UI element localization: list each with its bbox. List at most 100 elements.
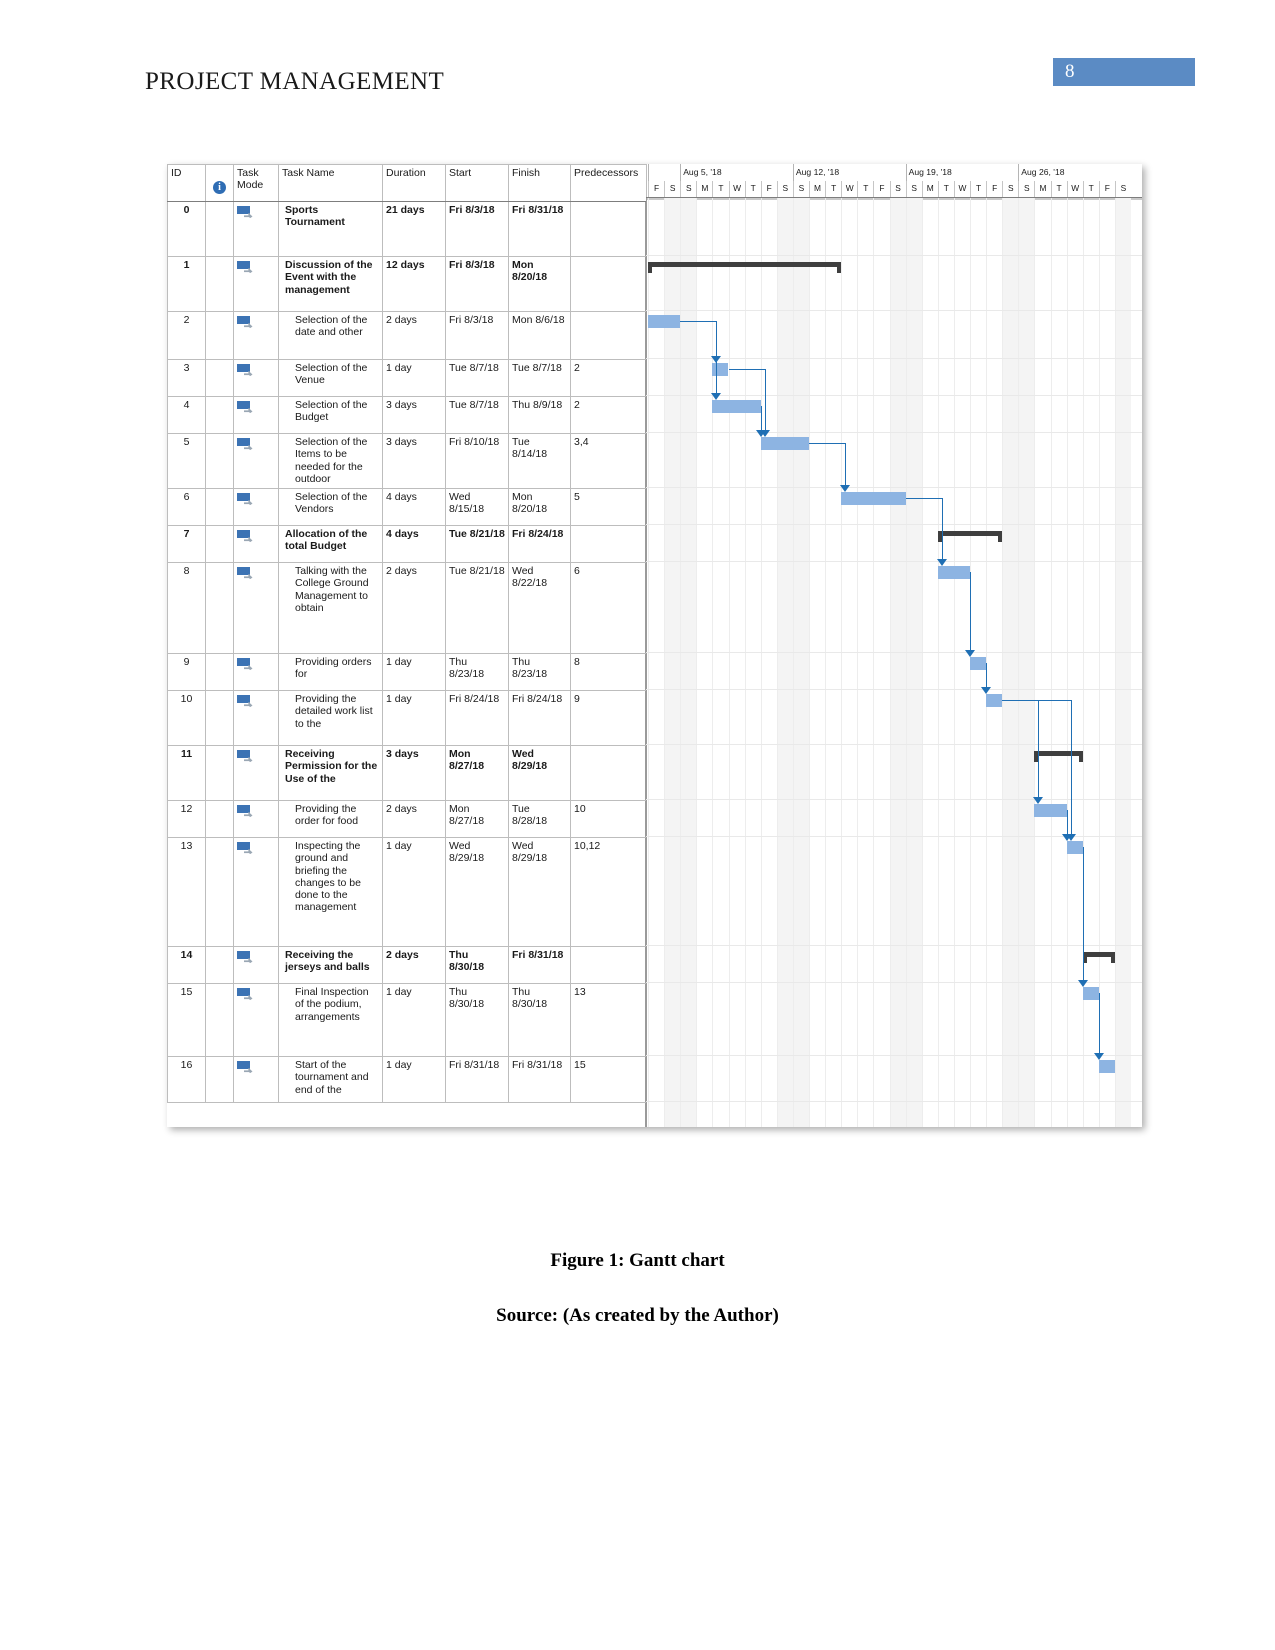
gantt-task-bar[interactable] [1034, 804, 1067, 817]
cell-predecessors[interactable]: 2 [570, 359, 647, 397]
gantt-summary-bar[interactable] [1034, 751, 1083, 756]
gantt-task-bar[interactable] [937, 566, 970, 579]
cell-task-mode[interactable] [233, 800, 279, 838]
cell-task-mode[interactable] [233, 837, 279, 947]
cell-duration[interactable]: 12 days [382, 256, 446, 312]
cell-finish[interactable]: Mon 8/6/18 [508, 311, 571, 360]
cell-predecessors[interactable]: 3,4 [570, 433, 647, 489]
col-header-task-mode[interactable]: Task Mode [233, 164, 279, 202]
cell-duration[interactable]: 1 day [382, 359, 446, 397]
cell-task-name[interactable]: Receiving Permission for the Use of the [278, 745, 383, 801]
cell-duration[interactable]: 2 days [382, 800, 446, 838]
cell-finish[interactable]: Tue 8/14/18 [508, 433, 571, 489]
cell-task-name[interactable]: Providing orders for [278, 653, 383, 691]
cell-start[interactable]: Thu 8/23/18 [445, 653, 509, 691]
col-header-predecessors[interactable]: Predecessors [570, 164, 647, 202]
gantt-task-bar[interactable] [1082, 987, 1099, 1000]
cell-finish[interactable]: Tue 8/7/18 [508, 359, 571, 397]
cell-duration[interactable]: 1 day [382, 837, 446, 947]
cell-start[interactable]: Tue 8/7/18 [445, 359, 509, 397]
cell-finish[interactable]: Wed 8/29/18 [508, 745, 571, 801]
cell-start[interactable]: Tue 8/21/18 [445, 562, 509, 654]
table-row[interactable]: 12 Providing the order for food 2 days Mon … [167, 800, 647, 838]
cell-finish[interactable]: Fri 8/31/18 [508, 201, 571, 257]
cell-duration[interactable]: 1 day [382, 690, 446, 746]
cell-finish[interactable]: Wed 8/29/18 [508, 837, 571, 947]
cell-task-name[interactable]: Selection of the date and other [278, 311, 383, 360]
cell-task-name[interactable]: Sports Tournament [278, 201, 383, 257]
table-row[interactable]: 14 Receiving the jerseys and balls 2 days T… [167, 946, 647, 984]
table-row[interactable]: 7 Allocation of the total Budget 4 days Tue… [167, 525, 647, 563]
gantt-task-bar[interactable] [1098, 1060, 1115, 1073]
cell-start[interactable]: Wed 8/29/18 [445, 837, 509, 947]
cell-task-mode[interactable] [233, 311, 279, 360]
table-row[interactable]: 15 Final Inspection of the podium, arrang… [167, 983, 647, 1057]
col-header-start[interactable]: Start [445, 164, 509, 202]
gantt-task-bar[interactable] [648, 315, 681, 328]
cell-task-mode[interactable] [233, 525, 279, 563]
cell-task-name[interactable]: Selection of the Items to be needed for … [278, 433, 383, 489]
cell-task-name[interactable]: Discussion of the Event with the managem… [278, 256, 383, 312]
cell-finish[interactable]: Fri 8/24/18 [508, 690, 571, 746]
col-header-indicators[interactable]: i [205, 164, 234, 202]
cell-start[interactable]: Wed 8/15/18 [445, 488, 509, 526]
cell-task-mode[interactable] [233, 946, 279, 984]
cell-finish[interactable]: Thu 8/23/18 [508, 653, 571, 691]
cell-predecessors[interactable]: 10 [570, 800, 647, 838]
cell-task-mode[interactable] [233, 396, 279, 434]
cell-task-name[interactable]: Providing the detailed work list to the [278, 690, 383, 746]
gantt-summary-bar[interactable] [937, 531, 1003, 536]
table-row[interactable]: 10 Providing the detailed work list to th… [167, 690, 647, 746]
gantt-task-bar[interactable] [841, 492, 906, 505]
cell-start[interactable]: Fri 8/3/18 [445, 256, 509, 312]
table-row[interactable]: 9 Providing orders for 1 day Thu 8/23/18 Thu… [167, 653, 647, 691]
cell-task-mode[interactable] [233, 745, 279, 801]
cell-start[interactable]: Thu 8/30/18 [445, 946, 509, 984]
cell-start[interactable]: Mon 8/27/18 [445, 800, 509, 838]
col-header-id[interactable]: ID [167, 164, 206, 202]
cell-duration[interactable]: 1 day [382, 653, 446, 691]
cell-start[interactable]: Fri 8/24/18 [445, 690, 509, 746]
cell-finish[interactable]: Thu 8/30/18 [508, 983, 571, 1057]
cell-task-name[interactable]: Start of the tournament and end of the [278, 1056, 383, 1103]
table-row[interactable]: 11 Receiving Permission for the Use of th… [167, 745, 647, 801]
cell-task-name[interactable]: Final Inspection of the podium, arrangem… [278, 983, 383, 1057]
col-header-finish[interactable]: Finish [508, 164, 571, 202]
table-row[interactable]: 13 Inspecting the ground and briefing the… [167, 837, 647, 947]
col-header-task-name[interactable]: Task Name [278, 164, 383, 202]
gantt-task-bar[interactable] [712, 400, 761, 413]
gantt-task-bar[interactable] [970, 657, 987, 670]
table-row[interactable]: 2 Selection of the date and other 2 days Fr… [167, 311, 647, 360]
cell-predecessors[interactable] [570, 525, 647, 563]
cell-task-mode[interactable] [233, 983, 279, 1057]
cell-start[interactable]: Fri 8/31/18 [445, 1056, 509, 1103]
cell-duration[interactable]: 2 days [382, 946, 446, 984]
cell-duration[interactable]: 3 days [382, 396, 446, 434]
cell-finish[interactable]: Mon 8/20/18 [508, 256, 571, 312]
cell-predecessors[interactable]: 9 [570, 690, 647, 746]
cell-start[interactable]: Fri 8/3/18 [445, 201, 509, 257]
cell-predecessors[interactable] [570, 311, 647, 360]
col-header-duration[interactable]: Duration [382, 164, 446, 202]
cell-duration[interactable]: 1 day [382, 983, 446, 1057]
cell-start[interactable]: Tue 8/21/18 [445, 525, 509, 563]
table-row[interactable]: 8 Talking with the College Ground Managem… [167, 562, 647, 654]
gantt-task-bar[interactable] [712, 363, 729, 376]
cell-start[interactable]: Fri 8/10/18 [445, 433, 509, 489]
cell-task-name[interactable]: Allocation of the total Budget [278, 525, 383, 563]
table-row[interactable]: 0 Sports Tournament 21 days Fri 8/3/18 Fri 8… [167, 201, 647, 257]
cell-task-name[interactable]: Receiving the jerseys and balls [278, 946, 383, 984]
cell-task-mode[interactable] [233, 201, 279, 257]
cell-task-name[interactable]: Selection of the Venue [278, 359, 383, 397]
cell-finish[interactable]: Tue 8/28/18 [508, 800, 571, 838]
cell-task-mode[interactable] [233, 488, 279, 526]
cell-task-name[interactable]: Selection of the Vendors [278, 488, 383, 526]
cell-task-mode[interactable] [233, 653, 279, 691]
cell-predecessors[interactable]: 5 [570, 488, 647, 526]
cell-task-name[interactable]: Selection of the Budget [278, 396, 383, 434]
cell-task-mode[interactable] [233, 256, 279, 312]
cell-duration[interactable]: 2 days [382, 311, 446, 360]
table-row[interactable]: 16 Start of the tournament and end of the… [167, 1056, 647, 1103]
cell-finish[interactable]: Fri 8/31/18 [508, 946, 571, 984]
table-row[interactable]: 4 Selection of the Budget 3 days Tue 8/7/18… [167, 396, 647, 434]
